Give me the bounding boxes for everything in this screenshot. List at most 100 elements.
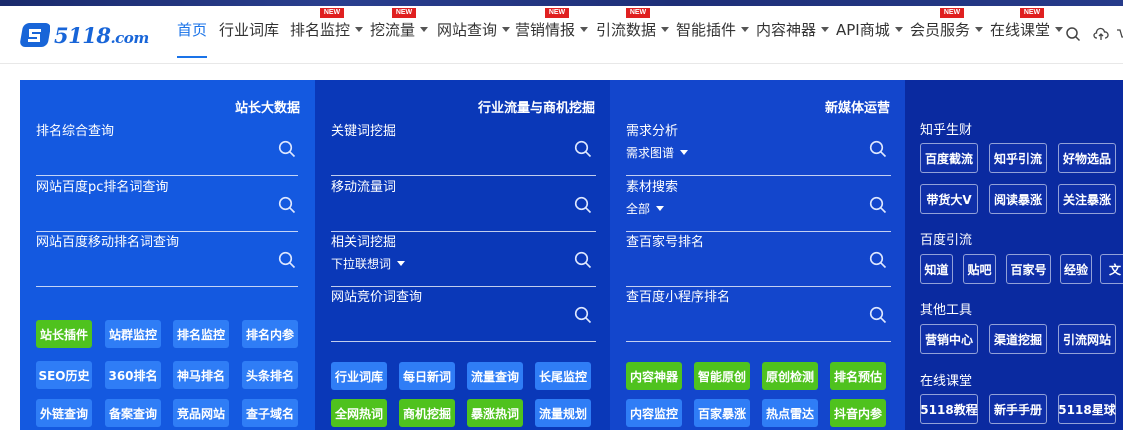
tool-button[interactable]: 头条排名 [242,361,298,389]
search-icon[interactable] [278,140,296,158]
tool-button[interactable]: 热点雷达 [762,399,818,427]
tool-button[interactable]: SEO历史 [36,361,92,389]
search-field[interactable]: 关键词挖掘 [331,120,596,176]
tools-button[interactable]: 阅读暴涨 [989,184,1047,214]
tool-button[interactable]: 内容神器 [626,362,682,390]
tool-button[interactable]: 行业词库 [331,362,387,390]
tools-button[interactable]: 新手手册 [989,394,1047,424]
tools-button[interactable]: 百度截流 [920,143,978,173]
field-label: 移动流量词 [331,180,397,195]
tools-button[interactable]: 文 [1100,254,1123,284]
nav-item-6[interactable]: 引流数据 [596,18,670,40]
tools-button[interactable]: 经验 [1060,254,1092,284]
nav-item-7[interactable]: 智能插件 [676,18,750,40]
nav-item-0[interactable]: 首页 [177,18,207,40]
nav-item-3[interactable]: 挖流量 [370,18,429,40]
search-icon[interactable] [1065,26,1081,42]
tools-button[interactable]: 贴吧 [963,254,996,284]
search-field[interactable]: 网站竞价词查询 [331,286,596,342]
new-badge: NEW [1020,8,1044,18]
tool-button[interactable]: 备案查询 [105,399,161,427]
new-badge: NEW [392,8,416,18]
tool-button[interactable]: 站长插件 [36,320,92,348]
search-field[interactable]: 需求分析 需求图谱 [626,120,891,176]
tools-button[interactable]: 关注暴涨 [1058,184,1116,214]
nav-item-11[interactable]: 在线课堂 [990,18,1064,40]
tool-button[interactable]: 流量查询 [467,362,523,390]
tool-button[interactable]: 外链查询 [36,399,92,427]
search-field[interactable]: 移动流量词 [331,176,596,232]
column-title: 新媒体运营 [824,101,890,116]
search-icon[interactable] [574,196,592,214]
input-underline [331,341,596,342]
search-field[interactable]: 网站百度移动排名词查询 [36,231,301,287]
tool-button[interactable]: 全网热词 [331,399,387,427]
search-field[interactable]: 排名综合查询 [36,120,301,176]
tool-button[interactable]: 排名预估 [830,362,886,390]
nav-item-5[interactable]: 营销情报 [515,18,589,40]
tools-button[interactable]: 5118教程 [920,394,978,424]
new-badge: NEW [320,8,344,18]
tool-button[interactable]: 竞品网站 [173,399,229,427]
tool-button[interactable]: 抖音内参 [830,399,886,427]
nav-item-label: 营销情报 [515,20,576,39]
tools-button[interactable]: 引流网站 [1058,324,1116,354]
tools-button[interactable]: 渠道挖掘 [989,324,1047,354]
search-field[interactable]: 查百度小程序排名 [626,286,891,342]
field-dropdown[interactable]: 下拉联想词 [331,255,406,272]
search-field[interactable]: 网站百度pc排名词查询 [36,176,301,232]
search-field[interactable]: 素材搜索 全部 [626,176,891,232]
cloud-upload-icon[interactable] [1093,26,1109,42]
field-label: 网站百度pc排名词查询 [36,180,169,195]
search-icon[interactable] [574,140,592,158]
field-dropdown[interactable]: 全部 [626,200,665,217]
search-icon[interactable] [869,251,887,269]
nav-item-10[interactable]: 会员服务 [910,18,984,40]
chevron-down-icon [894,26,903,32]
chevron-down-icon [580,26,589,32]
tools-button[interactable]: 百家号 [1006,254,1051,284]
tool-button[interactable]: 商机挖掘 [399,399,455,427]
tool-button[interactable]: 排名内参 [242,320,298,348]
search-icon[interactable] [278,196,296,214]
nav-item-label: 排名监控 [290,20,351,39]
tool-button[interactable]: 每日新词 [399,362,455,390]
tool-button[interactable]: 原创检测 [762,362,818,390]
search-field[interactable]: 相关词挖掘 下拉联想词 [331,231,596,287]
nav-item-1[interactable]: 行业词库 [219,18,279,40]
search-icon[interactable] [574,306,592,324]
tool-button[interactable]: 长尾监控 [535,362,591,390]
search-field[interactable]: 查百家号排名 [626,231,891,287]
nav-item-2[interactable]: 排名监控 [290,18,364,40]
search-icon[interactable] [869,306,887,324]
chevron-down-icon [656,206,665,211]
tools-button[interactable]: 营销中心 [920,324,978,354]
search-icon[interactable] [278,251,296,269]
search-icon[interactable] [574,251,592,269]
site-logo[interactable]: 5118.com [20,20,149,50]
tool-button[interactable]: 排名监控 [173,320,229,348]
tools-button[interactable]: 知乎引流 [989,143,1047,173]
chevron-down-icon [355,26,364,32]
nav-item-8[interactable]: 内容神器 [756,18,830,40]
tool-button[interactable]: 智能原创 [694,362,750,390]
field-dropdown[interactable]: 需求图谱 [626,144,689,161]
search-icon[interactable] [869,196,887,214]
tool-button[interactable]: 内容监控 [626,399,682,427]
tool-button[interactable]: 百家暴涨 [694,399,750,427]
tools-button[interactable]: 带货大V [920,184,978,214]
tools-button[interactable]: 知道 [920,254,953,284]
tools-group-heading: 百度引流 [920,233,973,248]
tool-button[interactable]: 360排名 [105,361,161,389]
cart-icon[interactable] [1116,26,1123,42]
tools-button[interactable]: 好物选品 [1058,143,1116,173]
tool-button[interactable]: 神马排名 [173,361,229,389]
tools-button[interactable]: 5118星球 [1058,394,1116,424]
search-icon[interactable] [869,140,887,158]
tool-button[interactable]: 流量规划 [535,399,591,427]
tool-button[interactable]: 暴涨热词 [467,399,523,427]
nav-item-4[interactable]: 网站查询 [437,18,511,40]
tool-button[interactable]: 查子域名 [242,399,298,427]
nav-item-9[interactable]: API商城 [836,18,903,40]
tool-button[interactable]: 站群监控 [105,320,161,348]
